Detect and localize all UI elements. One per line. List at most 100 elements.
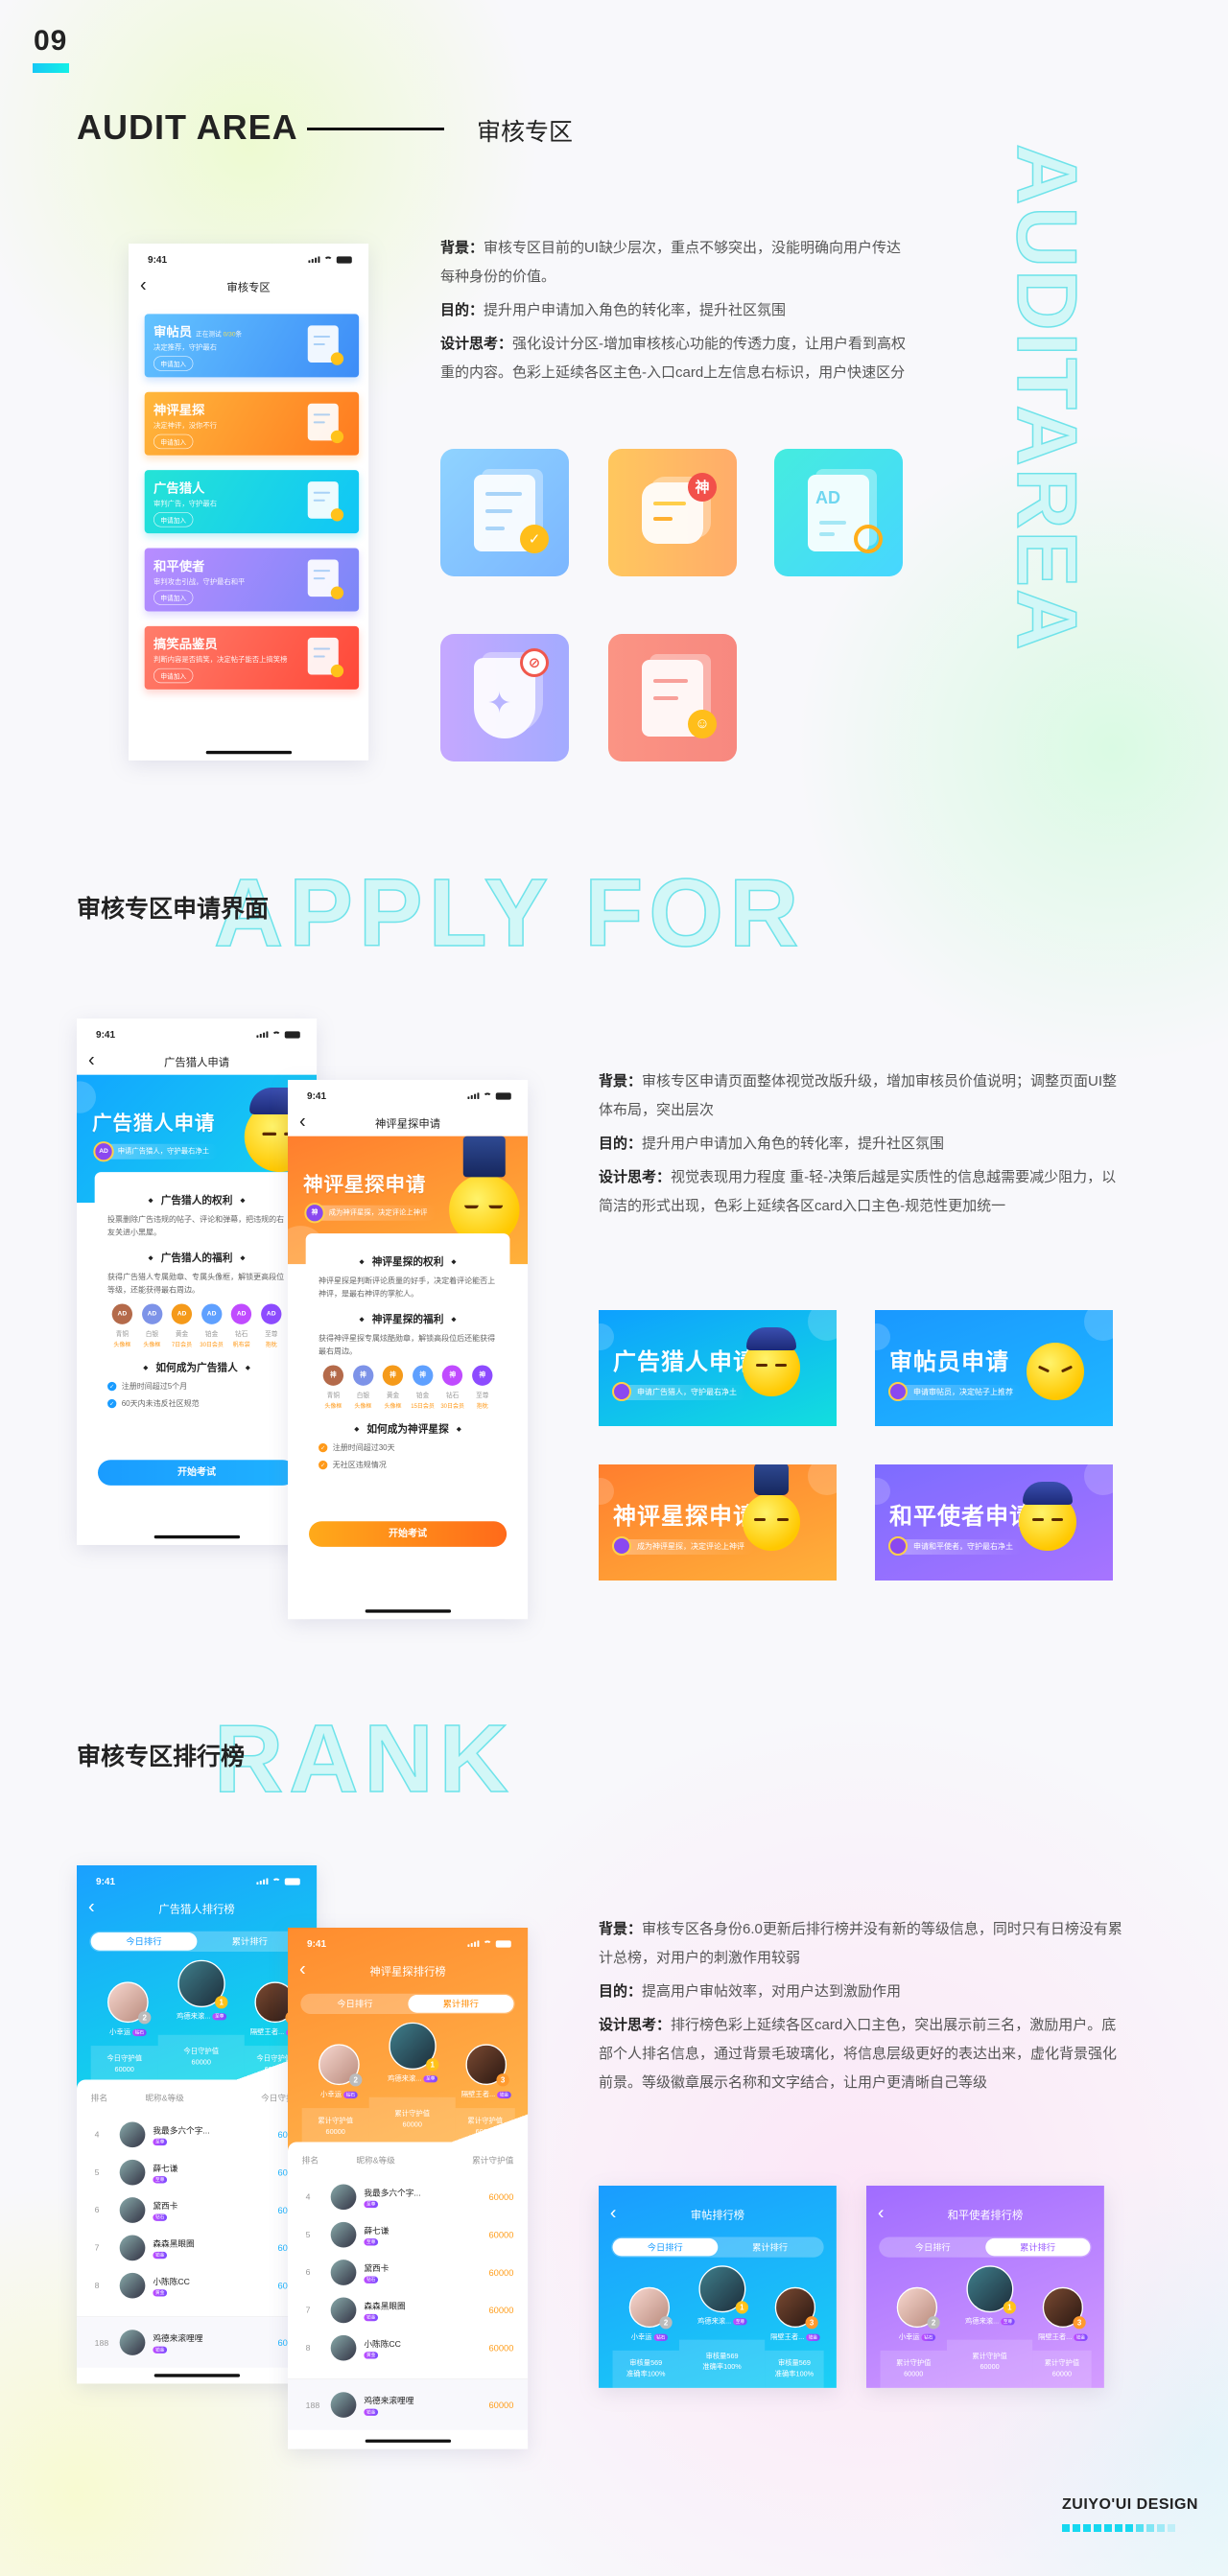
banner-subtitle-text: 申请广告猎人，守护最右净土 xyxy=(637,1388,737,1396)
podium-block: 累计守护值 60000 xyxy=(1032,2350,1092,2388)
avatar xyxy=(330,2184,357,2210)
level-item: 神青铜 头像框 xyxy=(319,1365,348,1410)
rank-tabs: 今日排行 累计排行 xyxy=(611,2236,824,2258)
ad-hunter-apply-banner[interactable]: 广告猎人申请 申请广告猎人，守护最右净土 xyxy=(599,1310,837,1426)
apply-join-button[interactable]: 申请加入 xyxy=(154,433,194,450)
back-chevron-icon[interactable]: ‹ xyxy=(140,275,147,294)
status-time: 9:41 xyxy=(96,1876,116,1887)
role-title: 和平使者 xyxy=(154,559,205,574)
level-item: AD 至尊 抱枕 xyxy=(256,1303,286,1348)
back-chevron-icon[interactable]: ‹ xyxy=(299,1959,306,1979)
row-rank: 5 xyxy=(305,2229,311,2239)
tab-today[interactable]: 今日排行 xyxy=(90,1932,198,1951)
row-name: 黛西卡 xyxy=(153,2200,178,2211)
row-rank: 7 xyxy=(305,2305,311,2315)
level-item: 神铂金 15日会员 xyxy=(408,1365,437,1410)
my-rank-row: 188 鸡德来滚哩哩铂金 60000 xyxy=(288,2378,529,2430)
role-card[interactable]: 和平使者 审判攻击引战，守护最右和平 申请加入 xyxy=(144,548,360,612)
tab-cumulative[interactable]: 累计排行 xyxy=(984,2237,1091,2257)
description-text: 视觉表现用力程度 重-轻-决策后越是实质性的信息越需要减少阻力，以简洁的形式出现… xyxy=(599,1169,1117,1214)
rank-row[interactable]: 4我最多六个字...至尊60000 xyxy=(288,2178,528,2215)
user-name: 鸡德来滚... xyxy=(697,2317,732,2326)
rank-row[interactable]: 8小陈陈CC黄金60000 xyxy=(77,2266,317,2304)
apply-join-button[interactable]: 申请加入 xyxy=(154,667,194,684)
tab-cumulative[interactable]: 累计排行 xyxy=(408,1995,514,2013)
god-comment-icon: 神 xyxy=(608,449,737,576)
banner-subtitle-text: 申请和平使者，守护最右净土 xyxy=(913,1542,1013,1551)
rank-row[interactable]: 6黛西卡钻石60000 xyxy=(77,2191,317,2229)
row-name: 小陈陈CC xyxy=(153,2276,190,2286)
peace-envoy-apply-banner[interactable]: 和平使者申请 申请和平使者，守护最右净土 xyxy=(875,1464,1113,1581)
rank-row[interactable]: 5薛七谦至尊60000 xyxy=(288,2215,528,2253)
god-comment-apply-banner[interactable]: 神评星探申请 成为神评星探，决定评论上神评 xyxy=(599,1464,837,1581)
level-badge: 铂金 xyxy=(1074,2333,1088,2341)
role-card[interactable]: 神评星探 决定神评，没你不行 申请加入 xyxy=(144,391,360,456)
apply-join-button[interactable]: 申请加入 xyxy=(154,356,194,371)
level-reward: 30日会员 xyxy=(200,1341,224,1348)
banner-subtitle: AD 申请广告猎人，守护最右净土 xyxy=(93,1141,219,1162)
podium-block: 审核量569 准确率100% xyxy=(612,2350,679,2388)
level-badge: 铂金 xyxy=(364,2313,379,2321)
back-chevron-icon[interactable]: ‹ xyxy=(299,1112,306,1131)
role-card[interactable]: 广告猎人 审判广告，守护最右 申请加入 xyxy=(144,470,360,534)
reviewer-apply-banner[interactable]: 审帖员申请 申请审帖员，决定帖子上推荐 xyxy=(875,1310,1113,1426)
avatar xyxy=(119,2121,146,2147)
rank-description: 背景：审核专区各身份6.0更新后排行榜并没有新的等级信息，同时只有日榜没有累计总… xyxy=(599,1915,1124,2102)
rank-row[interactable]: 8小陈陈CC黄金60000 xyxy=(288,2329,528,2366)
podium-value: 准确率100% xyxy=(626,2370,666,2378)
role-card[interactable]: 搞笑品鉴员 判断内容是否搞笑，决定帖子能否上搞笑榜 申请加入 xyxy=(144,625,360,690)
section-title-cn: 审核专区 xyxy=(477,119,574,146)
user-name: 隔壁王者... xyxy=(460,2091,496,2099)
rank-row[interactable]: 5薛七谦至尊60000 xyxy=(77,2153,317,2190)
apply-join-button[interactable]: 申请加入 xyxy=(154,590,194,605)
back-chevron-icon[interactable]: ‹ xyxy=(88,1050,95,1069)
benefits-title: 广告猎人的福利 xyxy=(107,1249,286,1264)
tab-today[interactable]: 今日排行 xyxy=(612,2237,718,2257)
requirement-text: 60天内未违反社区规范 xyxy=(121,1398,200,1409)
title-divider xyxy=(307,128,444,130)
requirement-item: ✓ 注册时间超过30天 xyxy=(319,1442,497,1453)
podium-value: 60000 xyxy=(904,2370,924,2378)
podium-label: 累计守护值 xyxy=(896,2359,932,2368)
tab-today[interactable]: 今日排行 xyxy=(302,1995,408,2013)
back-chevron-icon[interactable]: ‹ xyxy=(610,2203,617,2223)
avatar xyxy=(330,2334,357,2361)
tab-cumulative[interactable]: 累计排行 xyxy=(197,1932,302,1951)
wifi-icon xyxy=(483,1940,492,1947)
row-rank: 7 xyxy=(94,2242,100,2253)
level-badge: 铂金 xyxy=(497,2091,511,2099)
level-badge: 钻石 xyxy=(343,2091,358,2099)
level-item: AD 白银 头像框 xyxy=(137,1303,167,1348)
rank-row[interactable]: 6黛西卡钻石60000 xyxy=(288,2254,528,2291)
role-card[interactable]: 审帖员 正在测试 0/30条 决定推荐，守护最右 申请加入 xyxy=(144,314,360,378)
description-text: 审核专区申请页面整体视觉改版升级，增加审核员价值说明；调整页面UI整体布局，突出… xyxy=(599,1073,1118,1118)
level-name: 白银 xyxy=(356,1392,370,1399)
col-rank: 排名 xyxy=(90,2093,108,2103)
back-chevron-icon[interactable]: ‹ xyxy=(88,1897,95,1916)
avatar xyxy=(330,2221,357,2248)
tab-cumulative[interactable]: 累计排行 xyxy=(718,2238,822,2257)
rank-medal: 1 xyxy=(735,2301,748,2314)
podium-value: 60000 xyxy=(402,2120,422,2129)
description-paragraph: 目的：提升用户申请加入角色的转化率，提升社区氛围 xyxy=(440,296,906,325)
rank-tabs: 今日排行 累计排行 xyxy=(879,2236,1092,2258)
nav-title: 广告猎人排行榜 xyxy=(158,1903,235,1915)
rank-row[interactable]: 7森森黑眼圈铂金60000 xyxy=(77,2229,317,2266)
level-badge: 钻石 xyxy=(921,2333,936,2341)
start-exam-button[interactable]: 开始考试 xyxy=(309,1521,508,1547)
rank-row[interactable]: 4我最多六个字...至尊60000 xyxy=(77,2116,317,2153)
level-badge-icon: AD xyxy=(201,1303,223,1324)
level-badge: 至尊 xyxy=(153,2175,168,2184)
description-text: 审核专区各身份6.0更新后排行榜并没有新的等级信息，同时只有日榜没有累计总榜，对… xyxy=(599,1921,1122,1966)
back-chevron-icon[interactable]: ‹ xyxy=(878,2203,885,2223)
rank-row[interactable]: 7森森黑眼圈铂金60000 xyxy=(288,2291,528,2329)
podium-value: 60000 xyxy=(114,2065,134,2073)
apply-join-button[interactable]: 申请加入 xyxy=(154,512,194,527)
level-name: 钻石 xyxy=(234,1330,248,1338)
start-exam-button[interactable]: 开始考试 xyxy=(98,1460,296,1486)
podium-value: 60000 xyxy=(475,2127,495,2136)
role-illustration-icon xyxy=(307,559,344,599)
banner-subtitle-text: 申请广告猎人，守护最右净土 xyxy=(117,1147,210,1156)
description-label: 设计思考： xyxy=(599,1169,672,1185)
tab-today[interactable]: 今日排行 xyxy=(881,2238,985,2257)
